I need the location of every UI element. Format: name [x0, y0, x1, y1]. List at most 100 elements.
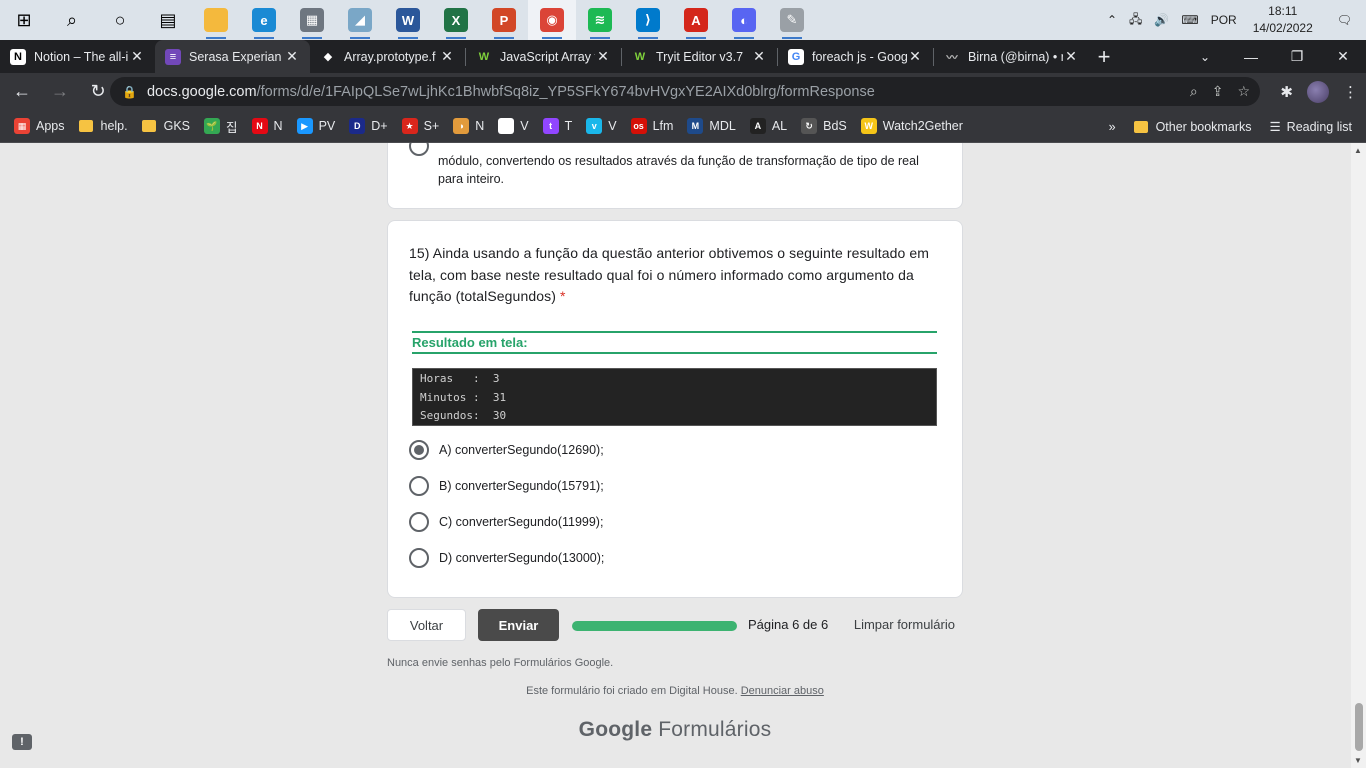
- edge-icon[interactable]: e: [240, 0, 288, 40]
- option-d[interactable]: D) converterSegundo(13000);: [409, 548, 604, 568]
- bookmark-item[interactable]: help.: [78, 119, 128, 133]
- bookmark-label: Lfm: [652, 119, 674, 133]
- radio-button[interactable]: [409, 512, 429, 532]
- clock[interactable]: 18:11 14/02/2022: [1243, 3, 1323, 37]
- scroll-up-arrow-icon[interactable]: ▲: [1354, 146, 1362, 155]
- tab-search-icon[interactable]: ⌄: [1190, 40, 1220, 73]
- start-glyph: ⊞: [16, 9, 32, 30]
- other-bookmarks[interactable]: Other bookmarks: [1133, 120, 1251, 134]
- bookmark-label: AL: [771, 119, 788, 133]
- powerpoint-icon[interactable]: P: [480, 0, 528, 40]
- tab-favicon: G: [788, 48, 804, 65]
- radio-button[interactable]: [409, 476, 429, 496]
- radio-button[interactable]: [409, 143, 429, 156]
- bookmark-item[interactable]: ↻ BdS: [801, 118, 847, 134]
- option-c[interactable]: C) converterSegundo(11999);: [409, 512, 603, 532]
- clear-form-button[interactable]: Limpar formulário: [854, 617, 955, 632]
- extensions-icon[interactable]: ✱: [1280, 83, 1293, 101]
- share-icon[interactable]: ⇪: [1212, 83, 1224, 100]
- language-indicator[interactable]: POR: [1205, 13, 1243, 27]
- discord-icon[interactable]: ◐: [720, 0, 768, 40]
- restore-button[interactable]: ❐: [1274, 40, 1320, 73]
- browser-tab[interactable]: W Tryit Editor v3.7 ✕: [622, 40, 777, 73]
- page-scrollbar[interactable]: ▲ ▼: [1351, 143, 1366, 768]
- radio-button[interactable]: [409, 440, 429, 460]
- progress-bar: [572, 621, 737, 631]
- bookmark-item[interactable]: W Watch2Gether: [860, 118, 963, 134]
- bookmark-item[interactable]: 🌱 집: [204, 117, 238, 136]
- bookmark-star-icon[interactable]: ☆: [1237, 83, 1250, 100]
- more-bookmarks-icon[interactable]: »: [1109, 120, 1116, 134]
- close-window-button[interactable]: ✕: [1320, 40, 1366, 73]
- browser-tab[interactable]: 〰 Birna (@birna) • r ✕: [934, 40, 1089, 73]
- bookmark-item[interactable]: ▶ PV: [296, 118, 335, 134]
- scrollbar-thumb[interactable]: [1355, 703, 1363, 751]
- word-icon[interactable]: W: [384, 0, 432, 40]
- bookmark-item[interactable]: vV: [586, 118, 617, 134]
- bookmark-item[interactable]: tT: [542, 118, 572, 134]
- bookmark-item[interactable]: A AL: [749, 118, 788, 134]
- reading-list[interactable]: ☰ Reading list: [1269, 119, 1352, 135]
- paint-icon[interactable]: ✎: [768, 0, 816, 40]
- profile-avatar[interactable]: [1307, 80, 1329, 103]
- browser-tab[interactable]: N Notion – The all-i ✕: [0, 40, 155, 73]
- option-a[interactable]: A) converterSegundo(12690);: [409, 440, 604, 460]
- toolbar-right: ✱ ⋮: [1280, 73, 1358, 110]
- new-tab-button[interactable]: +: [1089, 40, 1119, 73]
- google-forms-logo[interactable]: Google Formulários: [387, 718, 963, 742]
- bookmark-item[interactable]: RV: [498, 118, 529, 134]
- forward-icon[interactable]: →: [44, 76, 76, 108]
- browser-tab[interactable]: Gforeach js - Goog ✕: [778, 40, 933, 73]
- excel-icon[interactable]: X: [432, 0, 480, 40]
- back-button[interactable]: Voltar: [387, 609, 466, 641]
- network-icon[interactable]: 🖧: [1123, 10, 1148, 31]
- minimize-button[interactable]: —: [1228, 40, 1274, 73]
- tab-close-icon[interactable]: ✕: [595, 48, 611, 65]
- bookmark-item[interactable]: NN: [251, 118, 283, 134]
- option-b[interactable]: B) converterSegundo(15791);: [409, 476, 604, 496]
- chrome-icon[interactable]: ◉: [528, 0, 576, 40]
- tab-close-icon[interactable]: ✕: [751, 48, 767, 65]
- address-bar[interactable]: 🔒 docs.google.com/forms/d/e/1FAIpQLSe7wL…: [110, 77, 1260, 106]
- calculator-icon[interactable]: ▦: [288, 0, 336, 40]
- chevron-up-icon[interactable]: ⌃: [1101, 13, 1123, 27]
- tab-close-icon[interactable]: ✕: [284, 48, 300, 65]
- cortana-icon[interactable]: ○: [96, 0, 144, 40]
- bookmark-item[interactable]: GKS: [141, 119, 190, 133]
- acrobat-icon[interactable]: A: [672, 0, 720, 40]
- tab-close-icon[interactable]: ✕: [129, 48, 145, 65]
- file-explorer-icon[interactable]: [192, 0, 240, 40]
- scroll-down-arrow-icon[interactable]: ▼: [1354, 756, 1362, 765]
- spotify-glyph: ≋: [588, 8, 612, 32]
- task-view-icon[interactable]: ▤: [144, 0, 192, 40]
- notifications-icon[interactable]: 🗨: [1323, 13, 1366, 27]
- feedback-icon[interactable]: !: [12, 734, 32, 750]
- report-abuse-link[interactable]: Denunciar abuso: [741, 685, 824, 697]
- keyboard-icon[interactable]: ⌨: [1175, 13, 1204, 27]
- radio-button[interactable]: [409, 548, 429, 568]
- submit-button[interactable]: Enviar: [478, 609, 559, 641]
- tab-close-icon[interactable]: ✕: [439, 48, 455, 65]
- zoom-icon[interactable]: ⌕: [1190, 83, 1198, 100]
- bookmark-icon: R: [498, 118, 515, 134]
- browser-tab[interactable]: W JavaScript Array f ✕: [466, 40, 621, 73]
- search-icon[interactable]: ⌕: [48, 0, 96, 40]
- start-icon[interactable]: ⊞: [0, 0, 48, 40]
- bookmark-item[interactable]: ◑ N: [453, 118, 484, 134]
- volume-icon[interactable]: 🔊: [1148, 13, 1175, 27]
- bookmark-item[interactable]: ★ S+: [401, 118, 439, 134]
- tab-close-icon[interactable]: ✕: [907, 48, 923, 65]
- menu-icon[interactable]: ⋮: [1343, 83, 1358, 101]
- vscode-icon[interactable]: ⟩: [624, 0, 672, 40]
- browser-tab[interactable]: ◆ Array.prototype.f ✕: [310, 40, 465, 73]
- back-icon[interactable]: ←: [6, 76, 38, 108]
- browser-tab[interactable]: ≡ Serasa Experian T ✕: [155, 40, 310, 73]
- bookmark-item[interactable]: M MDL: [687, 118, 736, 134]
- question-text: 15) Ainda usando a função da questão ant…: [409, 245, 930, 304]
- tab-close-icon[interactable]: ✕: [1063, 48, 1079, 65]
- notes-icon[interactable]: ◢: [336, 0, 384, 40]
- spotify-icon[interactable]: ≋: [576, 0, 624, 40]
- bookmark-item[interactable]: D D+: [349, 118, 388, 134]
- bookmark-item[interactable]: os Lfm: [630, 118, 674, 134]
- bookmark-item[interactable]: ▦ Apps: [14, 118, 65, 134]
